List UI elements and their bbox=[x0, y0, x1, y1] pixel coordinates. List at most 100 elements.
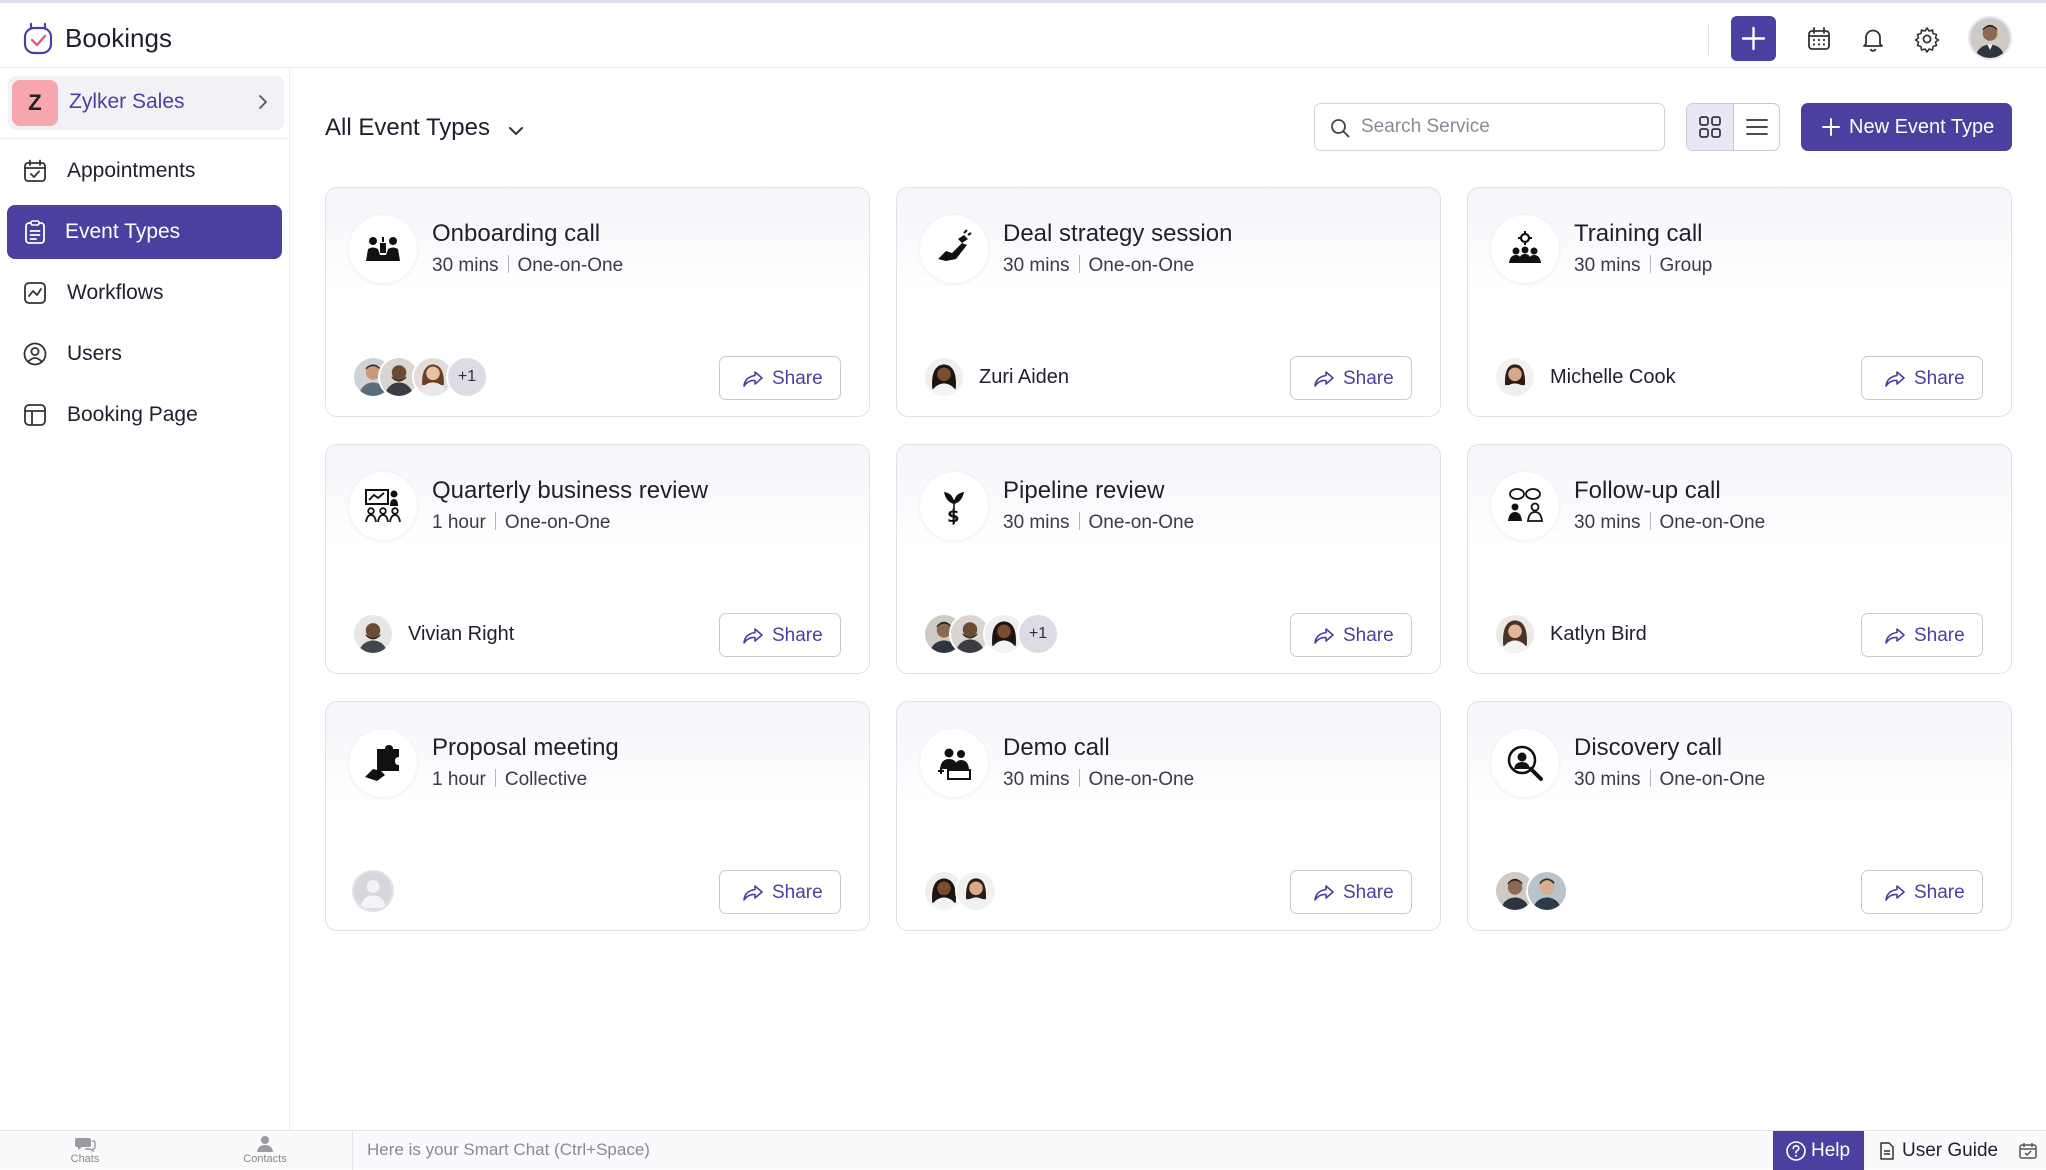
assignees bbox=[1494, 870, 1794, 914]
event-title: Deal strategy session bbox=[1003, 220, 1233, 247]
event-meta: 30 mins One-on-One bbox=[1574, 512, 1765, 534]
avatar bbox=[1526, 870, 1568, 912]
smart-chat-input[interactable]: Here is your Smart Chat (Ctrl+Space) bbox=[352, 1131, 650, 1170]
plus-icon bbox=[1822, 118, 1840, 136]
event-duration: 30 mins bbox=[1003, 255, 1070, 276]
event-card[interactable]: Proposal meeting 1 hour Collective Share bbox=[325, 701, 870, 931]
assignees: Zuri Aiden bbox=[923, 356, 1223, 400]
share-icon bbox=[743, 628, 763, 644]
event-title: Training call bbox=[1574, 220, 1703, 247]
user-guide-button[interactable]: User Guide bbox=[1877, 1131, 2001, 1170]
share-label: Share bbox=[1343, 625, 1394, 646]
event-type: Collective bbox=[504, 769, 588, 790]
sidebar-item-label: Workflows bbox=[67, 281, 164, 304]
event-card[interactable]: $ Pipeline review 30 mins One-on-One +1 S… bbox=[896, 444, 1441, 674]
share-button[interactable]: Share bbox=[1290, 613, 1412, 657]
help-label: Help bbox=[1811, 1140, 1851, 1161]
quick-add-button[interactable] bbox=[1731, 16, 1776, 61]
event-type: Group bbox=[1659, 255, 1713, 276]
topbar-divider bbox=[1708, 25, 1709, 55]
search-icon bbox=[1331, 119, 1350, 138]
share-button[interactable]: Share bbox=[1861, 613, 1983, 657]
event-title: Follow-up call bbox=[1574, 477, 1721, 504]
share-label: Share bbox=[1914, 882, 1965, 903]
share-button[interactable]: Share bbox=[1861, 356, 1983, 400]
sidebar-item-workflows[interactable]: Workflows bbox=[7, 266, 282, 320]
host-name: Vivian Right bbox=[408, 623, 515, 645]
new-event-type-button[interactable]: New Event Type bbox=[1801, 103, 2012, 151]
search-input[interactable] bbox=[1361, 104, 1651, 150]
share-label: Share bbox=[1914, 625, 1965, 646]
help-button[interactable]: Help bbox=[1773, 1131, 1864, 1170]
share-label: Share bbox=[772, 882, 823, 903]
share-button[interactable]: Share bbox=[1290, 870, 1412, 914]
event-card[interactable]: Discovery call 30 mins One-on-One Share bbox=[1467, 701, 2012, 931]
avatar-placeholder bbox=[352, 870, 394, 912]
share-button[interactable]: Share bbox=[1290, 356, 1412, 400]
event-meta: 30 mins One-on-One bbox=[1003, 255, 1194, 277]
team-meeting-icon bbox=[349, 215, 417, 283]
sidebar-item-label: Event Types bbox=[65, 220, 181, 243]
group-training-icon bbox=[1491, 215, 1559, 283]
avatar bbox=[923, 356, 965, 398]
event-card[interactable]: Onboarding call 30 mins One-on-One +1 Sha… bbox=[325, 187, 870, 417]
list-icon bbox=[1746, 119, 1768, 135]
chevron-down-icon[interactable] bbox=[505, 120, 527, 142]
share-button[interactable]: Share bbox=[719, 356, 841, 400]
list-view-button[interactable] bbox=[1734, 104, 1779, 150]
event-types-filter[interactable]: All Event Types bbox=[325, 114, 490, 142]
event-card[interactable]: Training call 30 mins Group Michelle Cook… bbox=[1467, 187, 2012, 417]
bottom-bar: Chats Contacts Here is your Smart Chat (… bbox=[0, 1130, 2046, 1170]
sidebar-item-appointments[interactable]: Appointments bbox=[7, 144, 282, 198]
sidebar-item-booking-page[interactable]: Booking Page bbox=[7, 388, 282, 442]
event-meta: 30 mins Group bbox=[1574, 255, 1712, 277]
event-title: Onboarding call bbox=[432, 220, 601, 247]
grid-view-button[interactable] bbox=[1687, 104, 1734, 150]
search-box bbox=[1314, 103, 1665, 151]
top-bar: Bookings bbox=[0, 0, 2046, 68]
sidebar-divider bbox=[0, 138, 290, 139]
more-assignees-badge[interactable]: +1 bbox=[446, 356, 488, 398]
new-event-type-label: New Event Type bbox=[1849, 116, 1995, 138]
event-duration: 1 hour bbox=[432, 512, 486, 533]
event-type: One-on-One bbox=[517, 255, 624, 276]
event-duration: 30 mins bbox=[1003, 769, 1070, 790]
clipboard-icon bbox=[25, 220, 45, 244]
event-card[interactable]: Deal strategy session 30 mins One-on-One … bbox=[896, 187, 1441, 417]
user-avatar[interactable] bbox=[1968, 16, 2012, 60]
share-label: Share bbox=[1914, 368, 1965, 389]
contacts-button[interactable]: Contacts bbox=[235, 1135, 295, 1167]
event-card[interactable]: Follow-up call 30 mins One-on-One Katlyn … bbox=[1467, 444, 2012, 674]
org-switcher[interactable]: Z Zylker Sales bbox=[8, 76, 284, 130]
share-button[interactable]: Share bbox=[719, 613, 841, 657]
user-guide-label: User Guide bbox=[1902, 1140, 1999, 1161]
help-icon bbox=[1786, 1141, 1806, 1161]
sidebar-item-users[interactable]: Users bbox=[7, 327, 282, 381]
share-icon bbox=[1885, 885, 1905, 901]
share-button[interactable]: Share bbox=[1861, 870, 1983, 914]
bell-icon[interactable] bbox=[1859, 25, 1887, 53]
event-type: One-on-One bbox=[1659, 769, 1766, 790]
handshake-icon bbox=[920, 215, 988, 283]
event-card[interactable]: Demo call 30 mins One-on-One Share bbox=[896, 701, 1441, 931]
share-label: Share bbox=[772, 368, 823, 389]
event-meta: 30 mins One-on-One bbox=[1003, 512, 1194, 534]
sidebar: Z Zylker Sales Appointments Event Types … bbox=[0, 68, 290, 1130]
event-card[interactable]: Quarterly business review 1 hour One-on-O… bbox=[325, 444, 870, 674]
share-icon bbox=[1314, 885, 1334, 901]
svg-text:$: $ bbox=[947, 506, 960, 526]
more-assignees-badge[interactable]: +1 bbox=[1017, 613, 1059, 655]
event-meta: 30 mins One-on-One bbox=[432, 255, 623, 277]
share-button[interactable]: Share bbox=[719, 870, 841, 914]
share-icon bbox=[1885, 371, 1905, 387]
calendar-icon[interactable] bbox=[1805, 25, 1833, 53]
chat-icon bbox=[75, 1138, 96, 1153]
share-label: Share bbox=[1343, 368, 1394, 389]
assignees bbox=[923, 870, 1223, 914]
feedback-icon[interactable] bbox=[2018, 1141, 2038, 1161]
chats-button[interactable]: Chats bbox=[55, 1135, 115, 1167]
search-person-icon bbox=[1491, 729, 1559, 797]
share-icon bbox=[1885, 628, 1905, 644]
sidebar-item-event-types[interactable]: Event Types bbox=[7, 205, 282, 259]
gear-icon[interactable] bbox=[1913, 25, 1941, 53]
